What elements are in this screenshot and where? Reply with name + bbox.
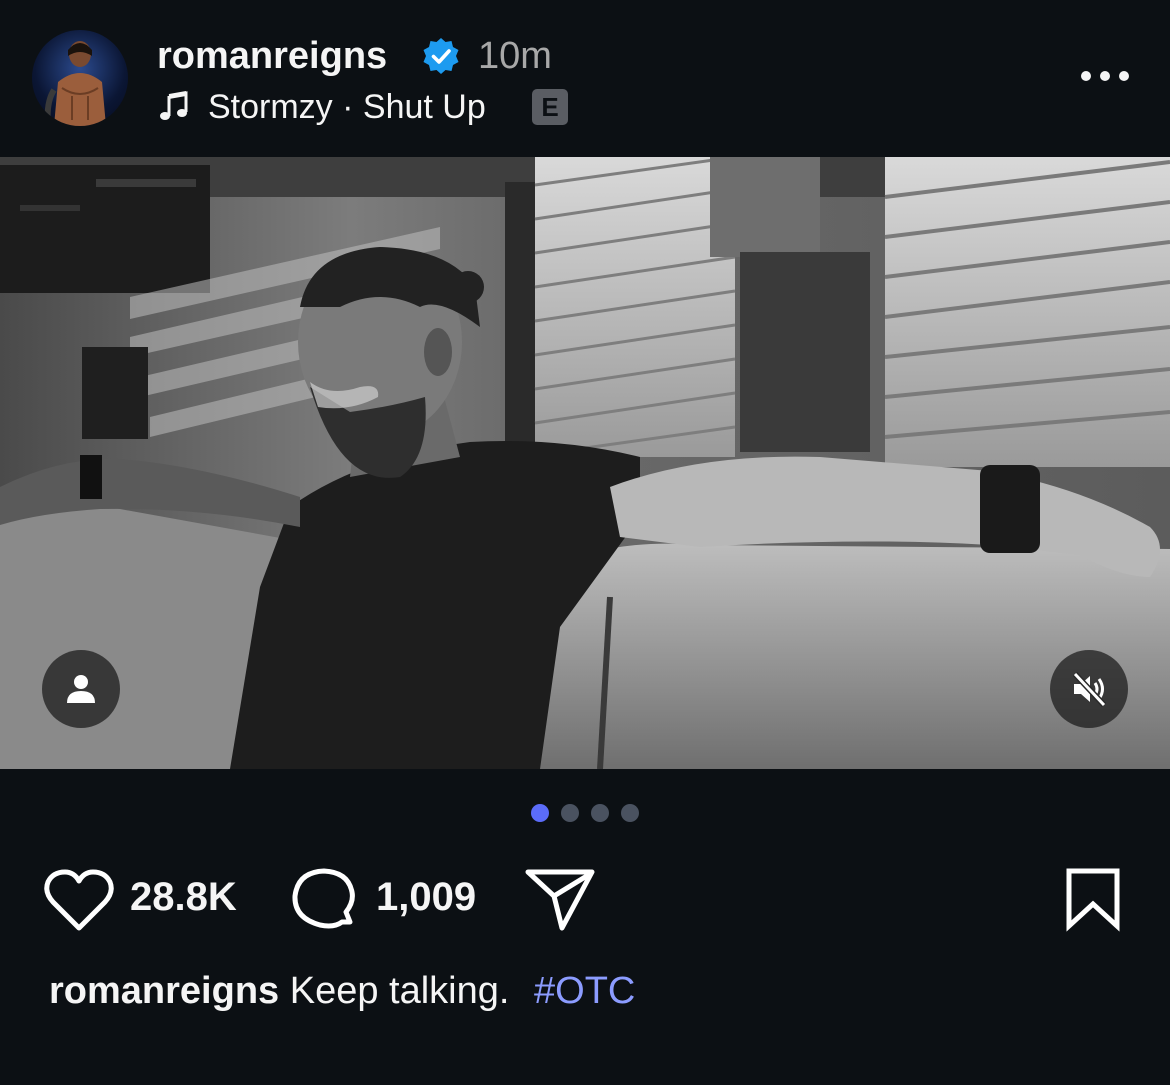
more-options-icon[interactable] (1078, 62, 1132, 90)
verified-badge-icon (423, 38, 459, 74)
avatar[interactable] (32, 30, 128, 126)
like-count[interactable]: 28.8K (130, 874, 237, 920)
caption-username[interactable]: romanreigns (49, 970, 279, 1012)
post-caption: romanreigns Keep talking. #OTC (49, 968, 635, 1014)
post-media[interactable] (0, 157, 1170, 769)
caption-text: Keep talking. (289, 970, 510, 1012)
music-track[interactable]: Stormzy · Shut Up (208, 86, 486, 128)
username[interactable]: romanreigns (157, 34, 387, 78)
caption-hashtag[interactable]: #OTC (534, 970, 635, 1012)
heart-icon[interactable] (44, 868, 114, 934)
carousel-dot-4 (621, 804, 639, 822)
bookmark-icon[interactable] (1064, 866, 1122, 932)
post-header: romanreigns 10m Stormzy · Shut Up E (0, 0, 1170, 157)
post-actions-bar: 28.8K 1,009 (0, 860, 1170, 940)
comment-count[interactable]: 1,009 (376, 874, 476, 920)
speaker-muted-icon (1072, 671, 1107, 708)
carousel-dot-1 (531, 804, 549, 822)
music-note-icon (160, 91, 188, 120)
paper-plane-icon[interactable] (524, 866, 596, 934)
carousel-dot-2 (561, 804, 579, 822)
explicit-badge: E (532, 89, 568, 125)
comment-bubble-icon[interactable] (290, 866, 358, 934)
post-timestamp: 10m (478, 35, 552, 77)
person-tag-icon (67, 675, 95, 703)
mute-toggle-button[interactable] (1050, 650, 1128, 728)
tag-people-button[interactable] (42, 650, 120, 728)
carousel-dot-3 (591, 804, 609, 822)
post-photo (0, 157, 1170, 769)
